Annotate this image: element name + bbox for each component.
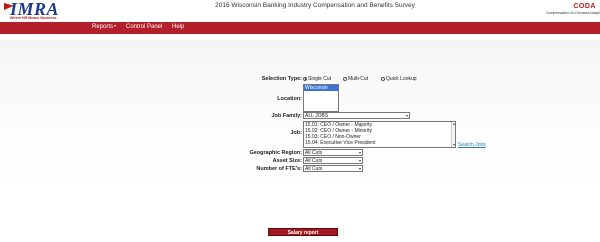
chevron-down-icon <box>114 25 117 28</box>
scroll-down-icon[interactable] <box>452 144 455 146</box>
coda-logo-text: CODA <box>573 3 596 10</box>
asset-size-select[interactable]: All Cuts <box>303 157 363 164</box>
nav-item-control-panel[interactable]: Control Panel <box>126 24 162 30</box>
search-jobs-link[interactable]: Search Jobs <box>458 142 486 148</box>
radio-checked-icon <box>303 76 307 81</box>
geographic-region-value: All Cuts <box>305 150 323 156</box>
location-option[interactable]: Wisconsin <box>304 85 338 91</box>
job-family-select[interactable]: ALL JOBS <box>303 112 410 119</box>
app-header: IMRA Where HR Means Business. 2016 Wisco… <box>0 0 600 22</box>
number-of-ftes-value: All Cuts <box>305 166 323 172</box>
nav-item-help[interactable]: Help <box>172 24 184 30</box>
nav-item-reports-label: Reports <box>92 24 114 30</box>
chevron-down-icon <box>406 115 408 117</box>
chevron-down-icon <box>359 168 361 170</box>
geographic-region-select[interactable]: All Cuts <box>303 149 363 156</box>
coda-logo: CODA Compensation On-Demand Analytics <box>546 3 600 15</box>
scroll-up-icon[interactable] <box>452 123 455 125</box>
survey-title: 2016 Wisconsin Banking Industry Compensa… <box>215 2 415 9</box>
radio-single-cut-label: Single Cut <box>308 76 332 82</box>
job-family-value: ALL JOBS <box>305 113 329 119</box>
radio-unchecked-icon <box>343 76 347 81</box>
radio-quick-lookup-label: Quick Lookup <box>386 76 417 82</box>
job-listbox[interactable]: 15.01: CEO / Owner - Majority 15.02: CEO… <box>303 121 456 148</box>
location-label: Location: <box>277 96 302 102</box>
radio-multi-cut-label: Multi-Cut <box>348 76 369 82</box>
radio-multi-cut[interactable]: Multi-Cut <box>343 76 368 82</box>
job-option[interactable]: 15.04: Executive Vice President <box>304 140 455 146</box>
job-label: Job: <box>290 130 302 136</box>
radio-quick-lookup[interactable]: Quick Lookup <box>381 76 417 82</box>
radio-single-cut[interactable]: Single Cut <box>303 76 331 82</box>
job-listbox-scrollbar[interactable] <box>451 122 455 147</box>
nav-item-reports[interactable]: Reports <box>92 24 117 30</box>
logo-tagline: Where HR Means Business. <box>10 16 58 20</box>
number-of-ftes-label: Number of FTE's: <box>256 166 302 172</box>
asset-size-value: All Cuts <box>305 158 323 164</box>
number-of-ftes-select[interactable]: All Cuts <box>303 165 363 172</box>
coda-tagline: Compensation On-Demand Analytics <box>546 11 600 15</box>
imra-logo[interactable]: IMRA Where HR Means Business. <box>4 0 80 21</box>
radio-unchecked-icon <box>381 76 385 81</box>
main-nav: Reports Control Panel Help <box>0 22 600 34</box>
chevron-down-icon <box>359 160 361 162</box>
geographic-region-label: Geographic Region: <box>249 150 302 156</box>
salary-report-button[interactable]: Salary report <box>268 228 338 236</box>
chevron-down-icon <box>359 152 361 154</box>
selection-type-label: Selection Type: <box>261 76 302 82</box>
location-listbox[interactable]: Wisconsin <box>303 84 339 112</box>
job-family-label: Job Family: <box>271 113 302 119</box>
asset-size-label: Asset Size: <box>272 158 302 164</box>
